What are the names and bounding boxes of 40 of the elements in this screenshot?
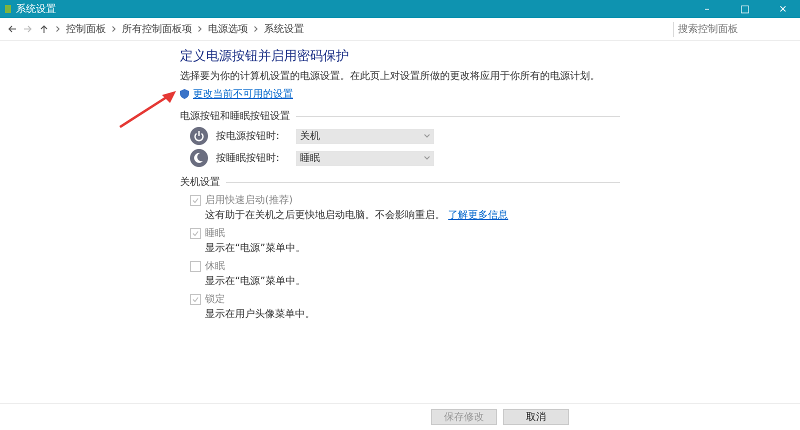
setting-label: 按电源按钮时:	[216, 130, 280, 143]
option-description: 显示在“电源”菜单中。	[205, 243, 306, 254]
setting-label: 按睡眠按钮时:	[216, 152, 280, 165]
window-icon	[4, 4, 12, 14]
back-icon[interactable]	[8, 25, 16, 33]
action-dropdown[interactable]: 关机	[296, 128, 434, 144]
forward-icon[interactable]	[24, 25, 32, 33]
moon-icon	[190, 149, 208, 167]
up-icon[interactable]	[40, 25, 48, 33]
chevron-icon	[254, 26, 258, 32]
chevron-down-icon	[424, 156, 430, 160]
chevron-icon	[112, 26, 116, 32]
breadcrumb-item[interactable]: 系统设置	[264, 22, 304, 36]
window-control[interactable]: ×	[766, 4, 800, 14]
action-dropdown[interactable]: 睡眠	[296, 150, 434, 166]
option-description: 显示在“电源”菜单中。	[205, 276, 306, 287]
window-control[interactable]: □	[728, 4, 762, 14]
option-label: 休眠	[205, 260, 226, 273]
section-title: 关机设置	[180, 176, 220, 189]
window-control[interactable]: –	[690, 4, 724, 14]
option-label: 睡眠	[205, 226, 226, 240]
description-text: 选择要为你的计算机设置的电源设置。在此页上对设置所做的更改将应用于你所有的电源计划。	[180, 70, 601, 83]
option-description: 显示在用户头像菜单中。	[205, 309, 315, 320]
shield-icon	[180, 89, 189, 99]
breadcrumb-item[interactable]: 所有控制面板项	[122, 22, 192, 36]
breadcrumb-item[interactable]: 控制面板	[66, 22, 106, 36]
chevron-icon	[56, 26, 60, 32]
window-title: 系统设置	[16, 2, 57, 16]
option-label: 启用快速启动(推荐)	[205, 194, 294, 207]
chevron-icon	[198, 26, 202, 32]
arrow-drawing	[118, 89, 178, 129]
breadcrumb-item[interactable]: 电源选项	[208, 22, 248, 36]
page-heading: 定义电源按钮并启用密码保护	[180, 48, 350, 65]
chevron-down-icon	[424, 134, 430, 138]
footer-button[interactable]: 取消	[503, 409, 569, 425]
option-description: 这有助于在关机之后更快地启动电脑。不会影响重启。	[205, 210, 445, 221]
section-title: 电源按钮和睡眠按钮设置	[180, 110, 290, 123]
change-settings-link[interactable]: 更改当前不可用的设置	[193, 87, 293, 101]
power-icon	[190, 127, 208, 145]
option-label: 锁定	[205, 292, 226, 306]
